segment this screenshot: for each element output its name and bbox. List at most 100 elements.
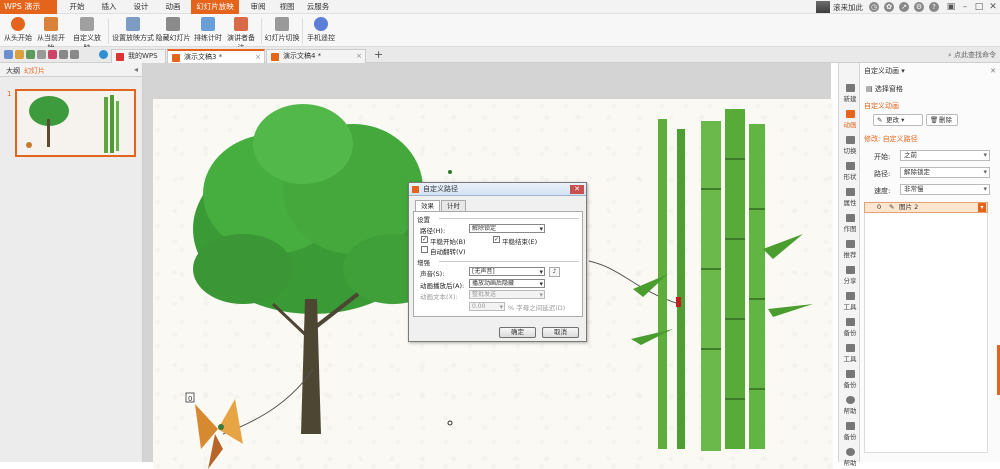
tab-timing[interactable]: 计时 [441,200,466,211]
save-icon[interactable] [26,50,35,59]
side-item-animation[interactable]: 动画 [839,110,861,129]
close-icon[interactable]: ✕ [990,63,996,79]
side-item-new[interactable]: 新建 [839,84,861,103]
close-icon[interactable]: ✕ [570,185,584,194]
side-item-backup-3[interactable]: 备份 [839,422,861,441]
selection-pane-link[interactable]: ▤ 选择窗格 [866,84,903,94]
cancel-button[interactable]: 取消 [542,327,579,338]
item-dropdown-icon[interactable]: ▾ [978,203,986,212]
speaker-notes-button[interactable]: 演讲者备注 [224,15,258,52]
rehearse-button[interactable]: 排练计时 [192,15,224,46]
undo-icon[interactable] [59,50,68,59]
close-tab-icon[interactable]: × [356,50,362,63]
chevron-down-icon[interactable]: ▾ [901,67,905,75]
path-end-marker[interactable] [676,297,681,307]
path-handle[interactable] [448,170,452,174]
side-item-draw[interactable]: 作图 [839,214,861,233]
menu-tab-review[interactable]: 审阅 [245,0,271,14]
export-icon[interactable] [48,50,57,59]
after-animation-label: 动画播放后(A): [420,282,465,290]
auto-reverse-checkbox[interactable] [421,246,428,253]
menu-tab-animation[interactable]: 动画 [161,0,185,14]
smooth-end-checkbox[interactable]: ✓ [493,236,500,243]
hide-slide-icon [166,17,180,31]
smooth-start-checkbox[interactable]: ✓ [421,236,428,243]
slide-thumbnail[interactable] [15,89,136,157]
delete-button[interactable]: 🗑 删除 [926,114,958,126]
avatar[interactable] [816,1,830,13]
side-item-tools-2[interactable]: 工具 [839,344,861,363]
animation-list[interactable] [864,213,988,453]
side-item-transition[interactable]: 切换 [839,136,861,155]
help-icon[interactable]: ? [929,2,939,12]
path-end-point[interactable] [447,420,453,426]
new-icon[interactable] [4,50,13,59]
sound-select[interactable]: [无声音] [469,267,545,276]
change-button[interactable]: ✎ 更改 ▾ [873,114,923,126]
print-icon[interactable] [37,50,46,59]
from-current-button[interactable]: 从当前开始 [34,15,68,52]
maximize-icon[interactable]: □ [972,0,986,14]
slide-transition-button[interactable]: 幻灯片切换 [264,15,300,46]
animation-list-item[interactable]: 0 ✎ 图片 2 ▾ [864,202,988,213]
command-search[interactable]: ⌕ 点此查找命令 [948,50,996,60]
side-item-share[interactable]: 分享 [839,266,861,285]
side-item-help[interactable]: 帮助 [839,396,861,415]
menu-tab-slideshow[interactable]: 幻灯片放映 [191,0,239,14]
username[interactable]: 滚来加此 [833,2,863,13]
doc-tab-presentation4[interactable]: 演示文稿4 * × [266,49,366,63]
menu-tab-design[interactable]: 设计 [129,0,153,14]
restore-icon[interactable]: ▣ [944,0,958,14]
side-item-properties[interactable]: 属性 [839,188,861,207]
tab-slides[interactable]: 幻灯片 [24,66,45,76]
butterfly-image[interactable] [195,399,243,469]
menu-tab-home[interactable]: 开始 [65,0,89,14]
app-menu-button[interactable]: WPS 演示 [0,0,57,14]
tab-outline[interactable]: 大纲 [6,66,20,76]
tree-image[interactable] [193,104,443,434]
after-animation-select[interactable]: 播放动画后隐藏 [469,279,545,288]
side-item-backup[interactable]: 备份 [839,318,861,337]
share-icon[interactable]: ↗ [899,2,909,12]
path-label: 路径(H): [420,227,446,235]
wps-cloud-icon[interactable] [99,50,108,59]
slide-thumbnail-image [26,95,119,153]
doc-tab-presentation3[interactable]: 演示文稿3 * × [167,49,265,63]
close-icon[interactable]: ✕ [986,0,1000,14]
settings-icon[interactable]: ⚙ [914,2,924,12]
open-icon[interactable] [15,50,24,59]
start-select[interactable]: 之前 [900,150,990,161]
speed-select[interactable]: 非常慢 [900,184,990,195]
menu-tab-cloud[interactable]: 云服务 [303,0,333,14]
speaker-icon[interactable]: ♪ [549,267,560,277]
tab-effect[interactable]: 效果 [415,200,440,211]
play-current-icon [44,17,58,31]
redo-icon[interactable] [70,50,79,59]
setup-show-button[interactable]: 设置放映方式 [112,15,154,46]
clock-icon[interactable]: ◷ [869,2,879,12]
side-item-backup-2[interactable]: 备份 [839,370,861,389]
ok-button[interactable]: 确定 [499,327,536,338]
side-item-recommend[interactable]: 推荐 [839,240,861,259]
new-tab-icon[interactable]: + [374,48,383,61]
dialog-app-icon [412,186,419,193]
side-item-tools[interactable]: 工具 [839,292,861,311]
draw-icon [845,214,855,222]
skin-icon[interactable]: ✿ [884,2,894,12]
lightbulb-icon [845,240,855,248]
bamboo-image[interactable] [631,109,813,451]
collapse-icon[interactable]: ◂ [134,65,138,74]
side-item-shape[interactable]: 形状 [839,162,861,181]
task-pane-strip: 新建 动画 切换 形状 属性 作图 推荐 分享 工具 备份 工具 备份 帮助 备… [838,63,861,467]
menu-tab-insert[interactable]: 插入 [97,0,121,14]
path-select[interactable]: 解除锁定 [900,167,990,178]
doc-tab-mywps[interactable]: 我的WPS [111,49,166,63]
custom-show-button[interactable]: 自定义放映 [70,15,104,52]
path-select[interactable]: 解除锁定 [469,224,545,233]
side-item-help-2[interactable]: 帮助 [839,448,861,467]
minimize-icon[interactable]: – [958,0,972,14]
hide-slide-button[interactable]: 隐藏幻灯片 [155,15,191,46]
from-start-button[interactable]: 从头开始 [3,15,33,46]
menu-tab-view[interactable]: 视图 [275,0,299,14]
phone-remote-button[interactable]: 手机遥控 [305,15,337,46]
